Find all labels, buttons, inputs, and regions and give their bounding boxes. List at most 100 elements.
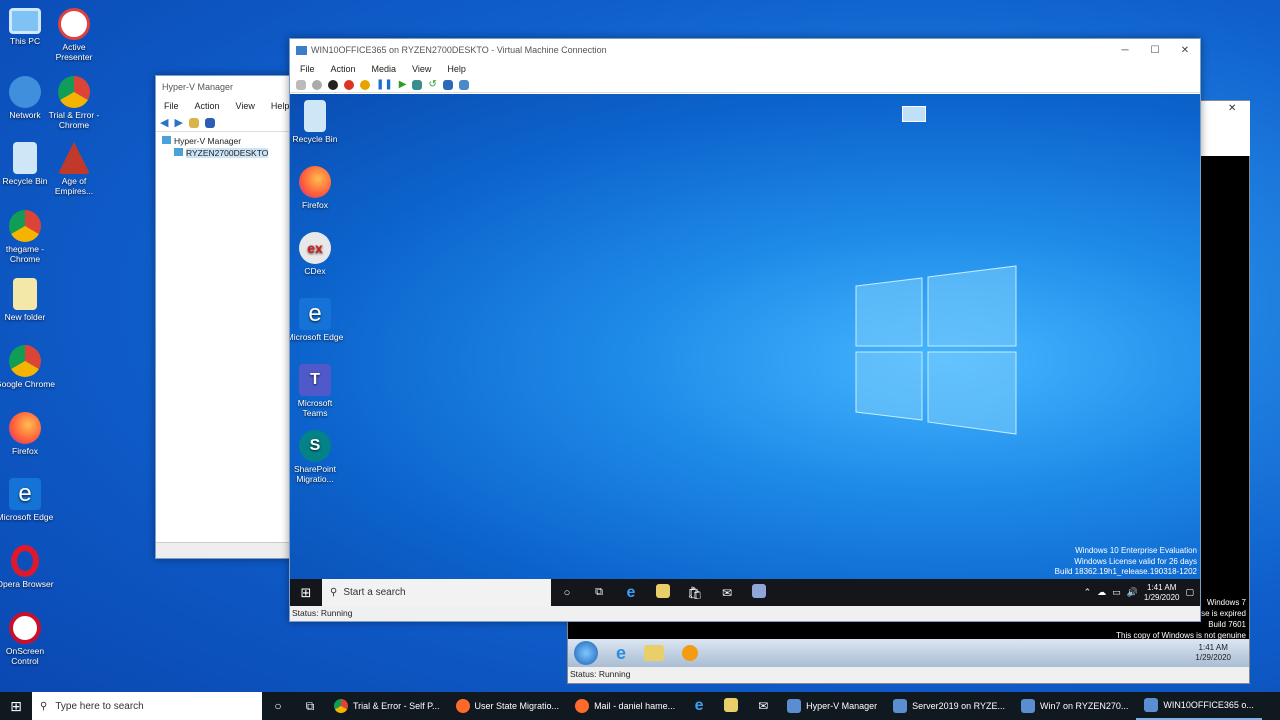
guest-icon-teams[interactable]: T Microsoft Teams — [290, 364, 345, 418]
forward-icon[interactable]: ▶ — [174, 116, 182, 129]
taskbar-item-firefox-mail[interactable]: Mail - daniel hame... — [567, 692, 683, 720]
taskbar-item-firefox-usmt[interactable]: User State Migratio... — [448, 692, 568, 720]
edge-icon[interactable]: e — [683, 697, 715, 715]
win7-start-icon[interactable] — [574, 641, 598, 665]
ctrl-alt-del-icon[interactable] — [296, 79, 306, 90]
folder-icon[interactable] — [188, 117, 199, 128]
checkpoint-icon[interactable] — [412, 79, 423, 90]
guest-search-box[interactable]: ⚲ Start a search — [322, 579, 551, 606]
notifications-icon[interactable]: ▢ — [1185, 587, 1194, 598]
start-button[interactable]: ⊞ — [0, 698, 32, 715]
desktop-icon-thegame[interactable]: thegame - Chrome — [0, 210, 55, 264]
task-view-icon[interactable]: ⧉ — [294, 699, 326, 714]
resume-icon[interactable]: ▶ — [399, 79, 407, 90]
desktop-icon-opera[interactable]: Opera Browser — [0, 545, 55, 589]
show-hidden-icons-icon[interactable]: ⌃ — [1084, 587, 1092, 598]
taskbar-item-chrome[interactable]: Trial & Error - Self P... — [326, 692, 448, 720]
menu-view[interactable]: View — [404, 64, 439, 74]
network-icon[interactable]: ▭ — [1112, 587, 1121, 598]
ie-icon[interactable]: e — [616, 643, 626, 664]
recycle-bin-icon — [13, 142, 37, 174]
guest-icon-recycle-bin[interactable]: Recycle Bin — [290, 100, 345, 144]
desktop-icon-edge[interactable]: e Microsoft Edge — [0, 478, 55, 522]
share-icon[interactable] — [458, 79, 469, 90]
maximize-button[interactable]: ☐ — [1140, 45, 1170, 56]
cortana-icon[interactable]: ○ — [262, 699, 294, 713]
desktop-icon-firefox[interactable]: Firefox — [0, 412, 55, 456]
hyperv-icon — [162, 136, 171, 144]
minimize-button[interactable]: ─ — [1110, 45, 1140, 56]
hyperv-scrollbar[interactable] — [156, 542, 294, 558]
guest-clock[interactable]: 1:41 AM 1/29/2020 — [1144, 583, 1180, 603]
taskbar-item-server2019[interactable]: Server2019 on RYZE... — [885, 692, 1013, 720]
menu-file[interactable]: File — [156, 101, 187, 111]
win7-titlebar[interactable] — [1198, 101, 1250, 156]
vmc-title: WIN10OFFICE365 on RYZEN2700DESKTO - Virt… — [311, 45, 607, 55]
taskbar-item-hyperv[interactable]: Hyper-V Manager — [779, 692, 885, 720]
cdex-icon: ex — [299, 232, 331, 264]
vm-connection-icon — [1021, 699, 1036, 713]
vmc-window-icon — [296, 45, 307, 55]
guest-icon-sharepoint[interactable]: S SharePoint Migratio... — [290, 430, 345, 484]
turn-off-icon[interactable] — [328, 79, 338, 90]
win7-statusbar: Status: Running — [568, 667, 1249, 683]
chrome-icon — [9, 210, 41, 242]
cortana-icon[interactable]: ○ — [551, 587, 583, 599]
menu-action[interactable]: Action — [323, 64, 364, 74]
file-explorer-icon[interactable] — [715, 697, 747, 715]
teams-icon: T — [299, 364, 331, 396]
explorer-icon[interactable] — [644, 645, 665, 661]
desktop-icon-new-folder[interactable]: New folder — [0, 278, 55, 322]
search-icon: ⚲ — [330, 587, 338, 598]
mail-icon[interactable]: ✉ — [711, 586, 743, 600]
desktop-icon-active-presenter[interactable]: Active Presenter — [44, 8, 104, 62]
taskbar-item-win10office365[interactable]: WIN10OFFICE365 o... — [1136, 692, 1262, 720]
edge-icon[interactable]: e — [615, 584, 647, 602]
guest-start-button[interactable]: ⊞ — [290, 585, 322, 601]
recycle-bin-icon — [304, 100, 326, 132]
guest-icon-firefox[interactable]: Firefox — [290, 166, 345, 210]
vmc-titlebar[interactable]: WIN10OFFICE365 on RYZEN2700DESKTO - Virt… — [290, 39, 1200, 61]
onedrive-icon[interactable]: ☁ — [1097, 587, 1106, 598]
close-button[interactable]: ✕ — [1170, 45, 1200, 56]
guest-icon-edge[interactable]: e Microsoft Edge — [290, 298, 345, 342]
media-player-icon[interactable] — [682, 645, 699, 661]
hyperv-manager-window[interactable]: Hyper-V Manager File Action View Help ◀ ▶… — [155, 75, 295, 559]
pause-icon[interactable]: ❚❚ — [376, 79, 393, 90]
back-icon[interactable]: ◀ — [160, 116, 168, 129]
desktop-icon-chrome[interactable]: Trial & Error - Chrome — [44, 76, 104, 130]
file-explorer-icon[interactable] — [647, 584, 679, 601]
guest-icon-cdex[interactable]: ex CDex — [290, 232, 345, 276]
start-icon[interactable] — [312, 79, 322, 90]
menu-media[interactable]: Media — [364, 64, 405, 74]
win7-close-icon[interactable]: ✕ — [1228, 103, 1236, 114]
evaluation-watermark: Windows 10 Enterprise Evaluation Windows … — [1054, 546, 1197, 576]
tree-root-hyperv[interactable]: Hyper-V Manager — [162, 136, 288, 146]
desktop-icon-onscreen-control[interactable]: OnScreen Control — [0, 612, 55, 666]
desktop-icon-age-of-empires[interactable]: Age of Empires... — [44, 142, 104, 196]
mail-icon[interactable]: ✉ — [747, 699, 779, 713]
enhanced-session-icon[interactable] — [442, 79, 453, 90]
desktop-icon-google-chrome[interactable]: Google Chrome — [0, 345, 55, 389]
hyperv-titlebar[interactable]: Hyper-V Manager — [156, 76, 294, 98]
shutdown-icon[interactable] — [344, 79, 354, 90]
guest-desktop[interactable]: Recycle Bin Firefox ex CDex e Microsoft Ed… — [290, 94, 1200, 579]
task-view-icon[interactable]: ⧉ — [583, 586, 615, 599]
volume-icon[interactable]: 🔊 — [1127, 587, 1138, 598]
folder-icon — [13, 278, 37, 310]
save-icon[interactable] — [360, 79, 370, 90]
menu-help[interactable]: Help — [439, 64, 474, 74]
app-icon[interactable] — [743, 584, 775, 601]
menu-action[interactable]: Action — [187, 101, 228, 111]
taskbar-item-win7[interactable]: Win7 on RYZEN270... — [1013, 692, 1136, 720]
hyperv-tree: Hyper-V Manager RYZEN2700DESKTO — [156, 132, 294, 162]
tray-overlay-icon[interactable] — [902, 106, 926, 122]
tree-server-node[interactable]: RYZEN2700DESKTO — [162, 148, 288, 158]
menu-view[interactable]: View — [228, 101, 263, 111]
help-icon[interactable] — [204, 117, 215, 128]
revert-icon[interactable]: ↺ — [428, 79, 436, 90]
store-icon[interactable]: 🛍 — [679, 586, 711, 600]
vm-connection-window[interactable]: WIN10OFFICE365 on RYZEN2700DESKTO - Virt… — [289, 38, 1201, 622]
menu-file[interactable]: File — [292, 64, 323, 74]
host-search-box[interactable]: ⚲ Type here to search — [32, 692, 262, 720]
